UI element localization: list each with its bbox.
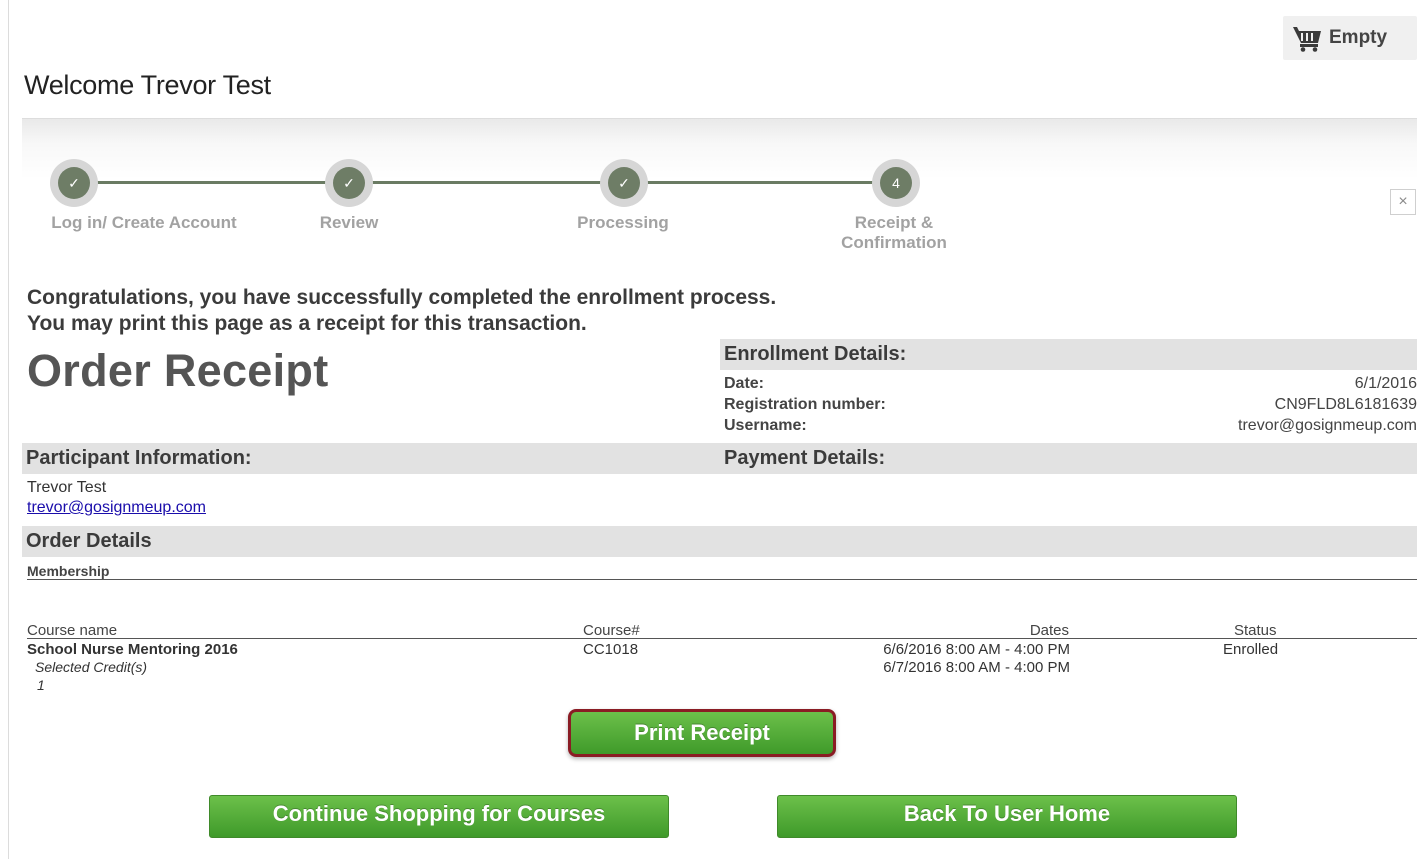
- column-course-number: Course#: [583, 622, 640, 639]
- print-receipt-button[interactable]: Print Receipt: [568, 709, 836, 757]
- order-details-header: Order Details: [22, 526, 1417, 557]
- page-title: Order Receipt: [27, 345, 329, 396]
- step-4-marker: 4: [872, 159, 920, 207]
- column-status: Status: [1234, 622, 1277, 639]
- congrats-line-2: You may print this page as a receipt for…: [27, 312, 587, 335]
- date-label: Date:: [724, 375, 765, 392]
- checkmark-icon: ✓: [58, 167, 90, 199]
- selected-credits-label: Selected Credit(s): [35, 659, 148, 675]
- column-dates: Dates: [1029, 622, 1069, 639]
- congratulations-message: Congratulations, you have successfully c…: [27, 285, 776, 337]
- step-label-receipt-line1: Receipt &: [854, 213, 934, 232]
- table-header-divider: [27, 638, 1417, 639]
- progress-steps-panel: ✓ ✓ ✓ 4 Log in/ Create Account Review Pr…: [22, 118, 1417, 257]
- close-icon[interactable]: ×: [1390, 189, 1416, 215]
- step-connector: [72, 181, 897, 184]
- step-label-receipt-line2: Confirmation: [841, 233, 947, 252]
- step-2-marker: ✓: [325, 159, 373, 207]
- continue-shopping-button[interactable]: Continue Shopping for Courses: [209, 795, 669, 838]
- date-range-1: 6/6/2016 8:00 AM - 4:00 PM: [883, 641, 1070, 658]
- membership-divider: [27, 579, 1417, 580]
- step-1-marker: ✓: [50, 159, 98, 207]
- membership-label: Membership: [27, 563, 110, 579]
- status-cell: Enrolled: [1223, 641, 1279, 658]
- participant-email-link[interactable]: trevor@gosignmeup.com: [27, 499, 206, 517]
- date-range-2: 6/7/2016 8:00 AM - 4:00 PM: [883, 659, 1070, 676]
- participant-name: Trevor Test: [27, 479, 107, 496]
- step-label-receipt: Receipt & Confirmation: [822, 213, 966, 253]
- back-to-user-home-button[interactable]: Back To User Home: [777, 795, 1237, 838]
- username-value: trevor@gosignmeup.com: [1238, 417, 1417, 434]
- checkmark-icon: ✓: [608, 167, 640, 199]
- step-number: 4: [880, 167, 912, 199]
- enrollment-details-header: Enrollment Details:: [720, 339, 1417, 370]
- step-label-review: Review: [319, 213, 379, 232]
- step-label-processing: Processing: [577, 213, 669, 232]
- checkmark-icon: ✓: [333, 167, 365, 199]
- column-course-name: Course name: [27, 622, 118, 639]
- congrats-line-1: Congratulations, you have successfully c…: [27, 286, 777, 309]
- page-left-border: [8, 0, 9, 859]
- selected-credits-value: 1: [37, 677, 45, 693]
- registration-number-label: Registration number:: [724, 396, 886, 413]
- registration-number-value: CN9FLD8L6181639: [1274, 396, 1417, 413]
- step-label-login: Log in/ Create Account: [51, 213, 237, 232]
- payment-details-header: Payment Details:: [724, 447, 886, 469]
- welcome-heading: Welcome Trevor Test: [24, 70, 271, 100]
- shopping-basket-icon: [1293, 27, 1321, 52]
- date-value: 6/1/2016: [1354, 375, 1417, 392]
- course-name-cell: School Nurse Mentoring 2016: [27, 641, 238, 658]
- step-3-marker: ✓: [600, 159, 648, 207]
- course-number-cell: CC1018: [583, 641, 639, 658]
- username-label: Username:: [724, 417, 807, 434]
- cart-status-label: Empty: [1329, 27, 1388, 48]
- cart-button[interactable]: Empty: [1283, 16, 1417, 60]
